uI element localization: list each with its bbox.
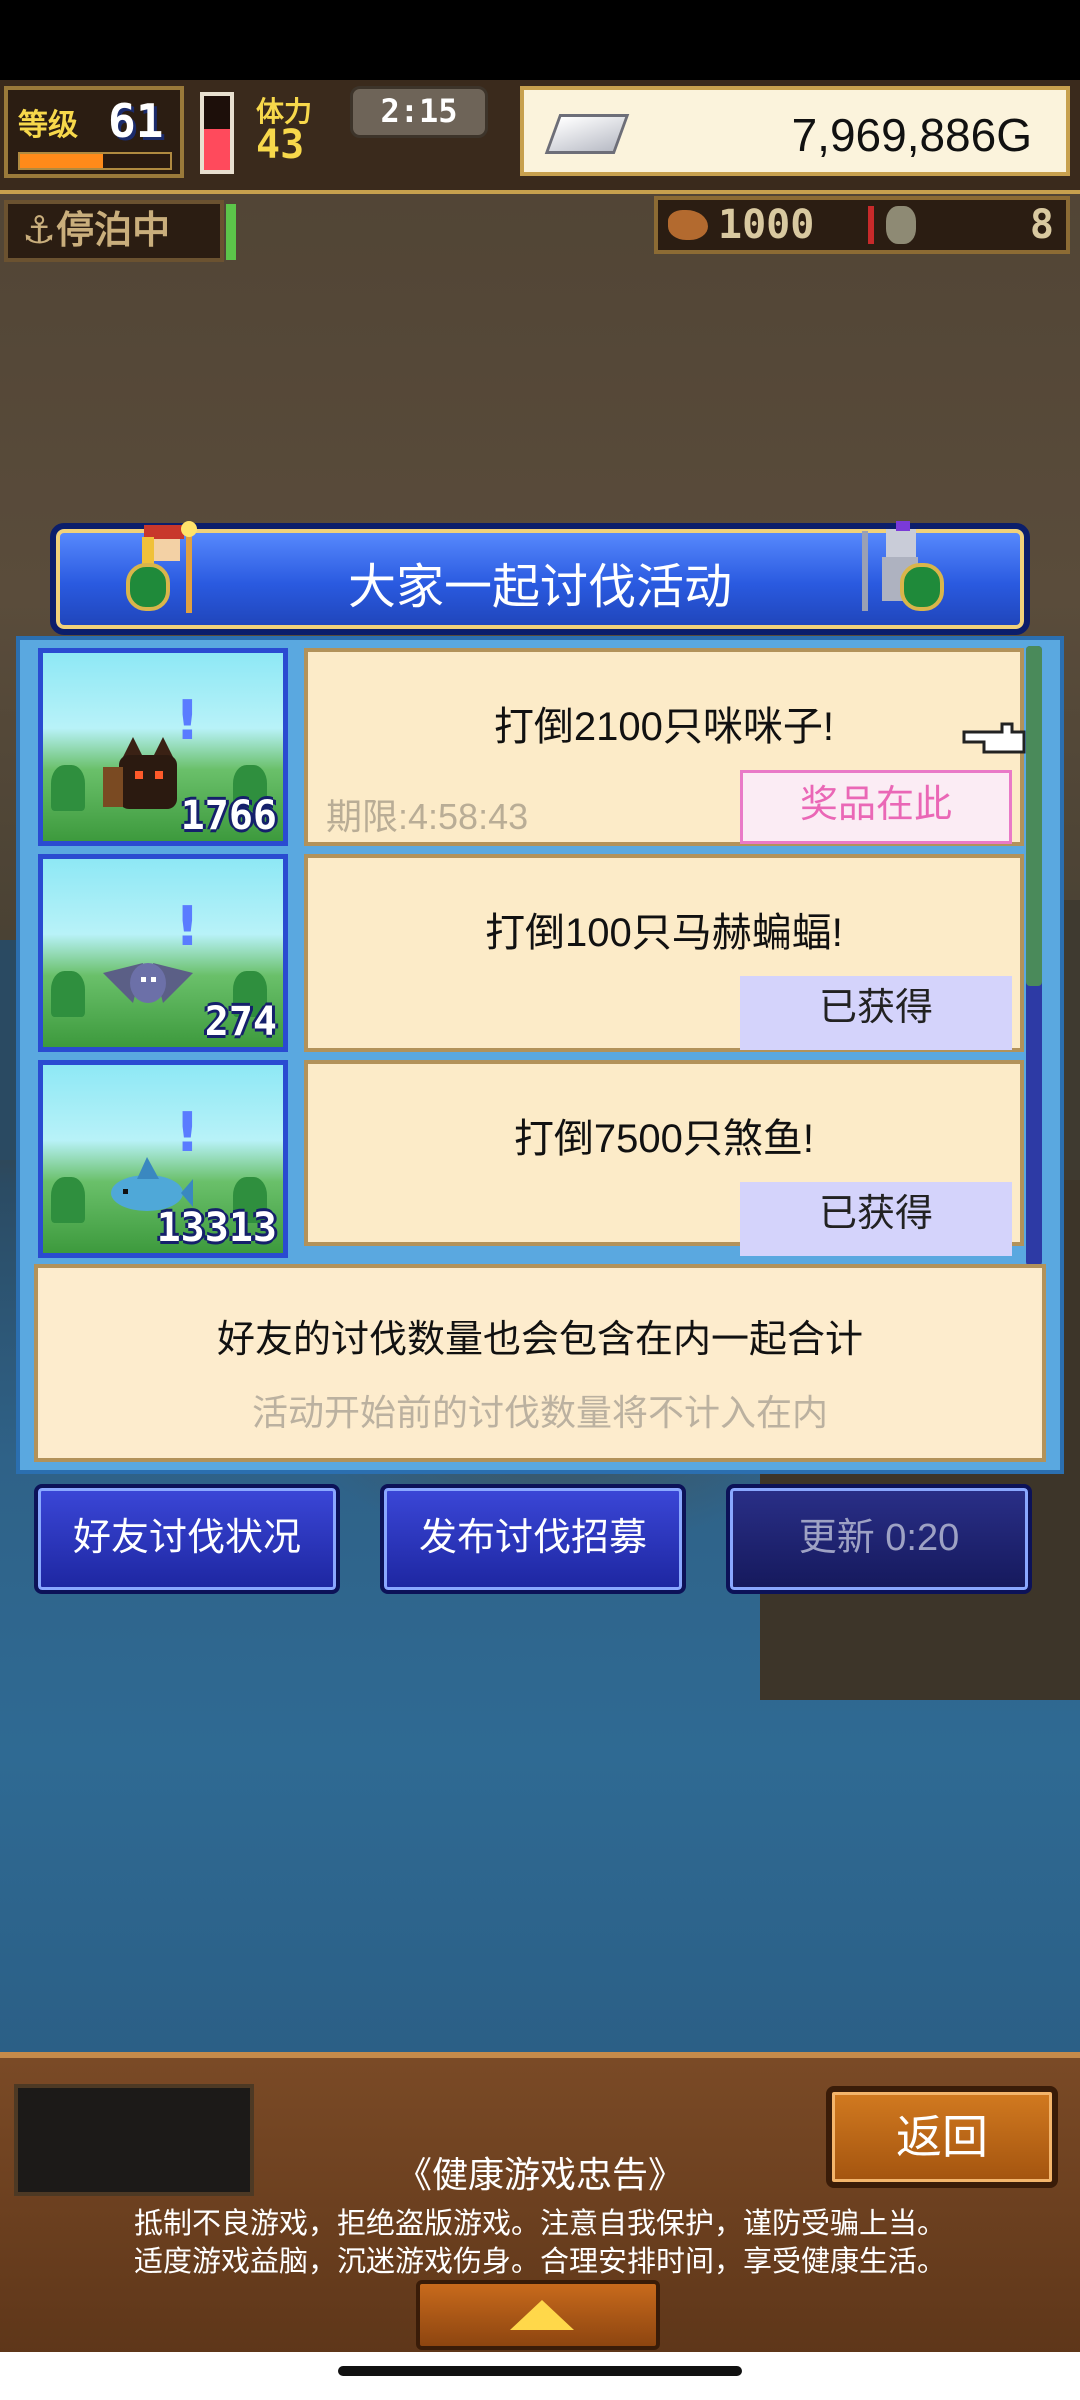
resource-divider [868,206,874,244]
kill-count: 13313 [156,1205,277,1251]
health-notice-line: 抵制不良游戏，拒绝盗版游戏。注意自我保护，谨防受骗上当。 [133,2208,946,2240]
mach-bat-monster-icon [103,963,193,1003]
bottom-panel: 返回 《健康游戏忠告》 抵制不良游戏，拒绝盗版游戏。注意自我保护，谨防受骗上当。… [0,2052,1080,2358]
home-indicator[interactable] [338,2366,742,2376]
friend-status-button[interactable]: 好友讨伐状况 [34,1484,340,1594]
health-notice-line: 适度游戏益脑，沉迷游戏伤身。合理安排时间，享受健康生活。 [133,2246,946,2278]
resource-1-value: 1000 [718,202,815,248]
scrollbar-thumb[interactable] [1026,646,1042,986]
mission-card: 打倒7500只煞鱼! 已获得 [304,1060,1024,1256]
mission-thumbnail: ! 13313 [38,1060,288,1258]
moored-status: ⚓停泊中 [4,200,224,262]
info-main-text: 好友的讨伐数量也会包含在内一起合计 [216,1319,863,1361]
mimiko-monster-icon [103,737,177,809]
anchor-icon: ⚓ [22,208,57,252]
stamina-gauge [200,92,234,174]
mission-thumbnail: ! 274 [38,854,288,1052]
update-button[interactable]: 更新 0:20 [726,1484,1032,1594]
mission-card: 打倒100只马赫蝙蝠! 已获得 [304,854,1024,1052]
mission-title: 打倒2100只咪咪子! [493,705,835,749]
pointer-hand-icon [962,722,1026,754]
mission-title: 打倒7500只煞鱼! [513,1117,815,1161]
kill-count: 1766 [180,793,277,839]
silver-bar-icon [544,114,630,154]
mission-title: 打倒100只马赫蝙蝠! [485,911,843,955]
stamina-timer: 2:15 [350,86,488,138]
obtained-button[interactable]: 已获得 [740,976,1012,1050]
health-notice-title: 《健康游戏忠告》 [395,2154,684,2195]
level-panel: 等级 61 [4,86,184,178]
moored-label: 停泊中 [56,208,171,252]
expand-menu-button[interactable] [416,2280,660,2350]
status-hud: 等级 61 体力 43 2:15 7,969,886G [0,80,1080,194]
knight-sprite-icon [862,521,944,611]
level-label: 等级 [18,108,78,143]
info-sub-text: 活动开始前的讨伐数量将不计入在内 [251,1392,828,1433]
level-value: 61 [108,94,164,148]
stone-icon [886,206,916,244]
claim-prize-button[interactable]: 奖品在此 [740,770,1012,844]
obtained-button[interactable]: 已获得 [740,1182,1012,1256]
mission-card: 打倒2100只咪咪子! 期限:4:58:43 奖品在此 [304,648,1024,846]
kill-count: 274 [204,999,277,1045]
gold-panel: 7,969,886G [520,86,1070,176]
mission-thumbnail: ! 1766 [38,648,288,846]
moored-indicator [226,204,236,260]
mission-deadline: 期限:4:58:43 [326,796,529,837]
dialog-header: 大家一起讨伐活动 [50,521,1030,635]
gold-amount: 7,969,886G [791,109,1032,161]
up-arrow-icon [510,2300,574,2330]
post-recruit-button[interactable]: 发布讨伐招募 [380,1484,686,1594]
system-nav-bar [0,2352,1080,2400]
wood-icon [668,210,708,240]
resource-panel: 1000 8 [654,196,1070,254]
stamina-value: 43 [256,122,305,168]
level-progress-bar [18,152,172,170]
resource-2-value: 8 [1029,202,1054,248]
info-box: 好友的讨伐数量也会包含在内一起合计 活动开始前的讨伐数量将不计入在内 [34,1264,1046,1462]
